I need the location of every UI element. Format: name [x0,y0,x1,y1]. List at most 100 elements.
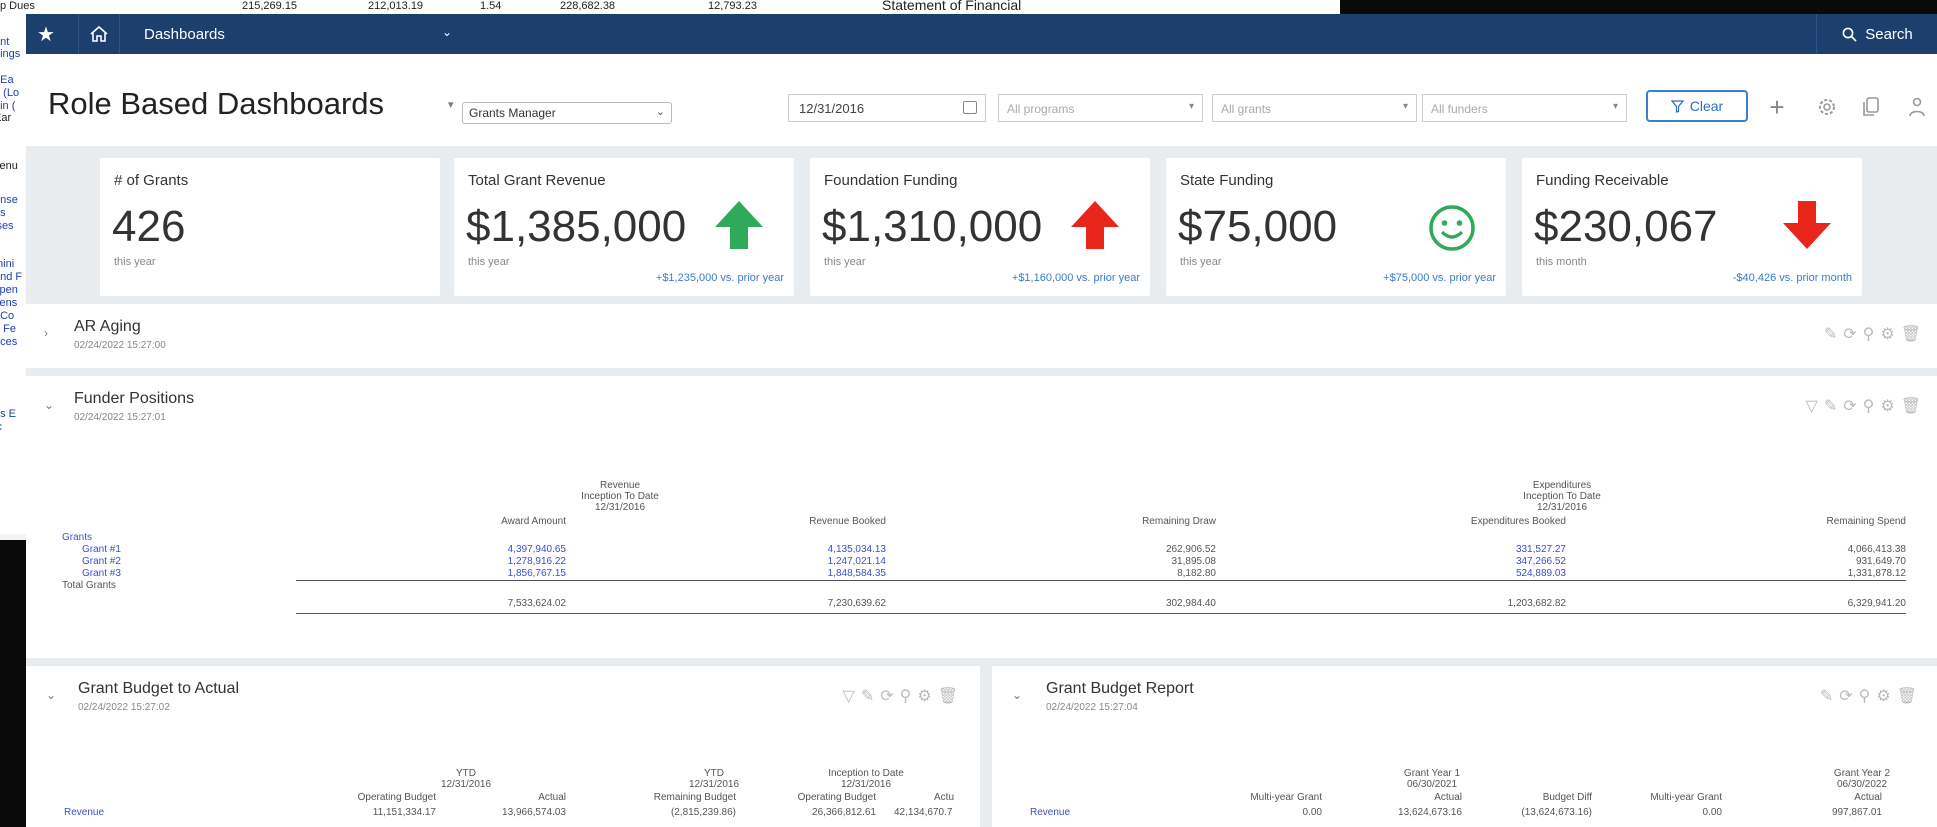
title-chevron-icon[interactable]: ▾ [448,98,454,111]
background-black-area [1340,0,1937,14]
table-cell[interactable]: 524,889.03 [1436,568,1566,579]
arrow-up-icon [712,198,766,257]
gear-icon[interactable] [1812,92,1842,122]
dashboard-app: ★ Dashboards ⌄ Search Role Based Dashboa… [26,14,1937,827]
edit-icon[interactable]: ✎ [1824,324,1837,344]
kpi-card-state-funding[interactable]: State Funding $75,000 this year +$75,000… [1166,158,1506,296]
table-cell: (13,624,673.16) [1521,807,1592,818]
dashboards-menu[interactable]: Dashboards ⌄ [144,14,474,54]
chevron-down-icon[interactable]: ⌄ [1012,688,1022,702]
star-icon[interactable]: ★ [26,14,66,54]
edit-icon[interactable]: ✎ [1820,686,1833,706]
table-cell[interactable]: 4,397,940.65 [446,544,566,555]
edit-icon[interactable]: ✎ [1824,396,1837,416]
grants-filter[interactable]: All grants ▾ [1212,94,1417,122]
column-header: Remaining Draw [1142,516,1216,527]
kpi-comparison: +$75,000 vs. prior year [1383,272,1496,284]
settings-icon[interactable]: ⚙ [1880,396,1894,416]
panel-timestamp: 02/24/2022 15:27:00 [74,340,166,351]
table-cell[interactable]: 1,247,021.14 [766,556,886,567]
share-icon[interactable] [1902,92,1932,122]
bg-row-value: 228,682.38 [560,0,616,12]
zoom-icon[interactable]: ⚲ [1863,324,1875,344]
total-cell: 7,533,624.02 [507,598,566,609]
kpi-card-funding-receivable[interactable]: Funding Receivable $230,067 this month -… [1522,158,1862,296]
chevron-down-icon[interactable]: ⌄ [44,398,54,412]
calendar-icon[interactable] [963,101,977,114]
home-icon[interactable] [78,14,120,54]
delete-icon[interactable]: 🗑 [1901,396,1921,416]
chevron-down-icon: ▾ [1402,101,1408,112]
table-row-label[interactable]: Revenue [1030,807,1070,818]
programs-filter[interactable]: All programs ▾ [998,94,1203,122]
delete-icon[interactable]: 🗑 [1897,686,1917,706]
kpi-card-total-grant-revenue[interactable]: Total Grant Revenue $1,385,000 this year… [454,158,794,296]
grant-year-1-header: Grant Year 1 06/30/2021 [1403,768,1461,790]
page-title: Role Based Dashboards [48,86,385,121]
column-header: Remaining Spend [1826,516,1907,527]
table-cell: (2,815,239.86) [670,807,736,818]
add-icon[interactable]: + [1762,92,1792,122]
kpi-period: this month [1536,256,1587,268]
table-row-label[interactable]: Grant #3 [82,568,121,579]
refresh-icon[interactable]: ⟳ [1839,686,1852,706]
column-header: Budget Diff [1542,792,1592,803]
chevron-right-icon[interactable]: › [44,326,48,340]
refresh-icon[interactable]: ⟳ [880,686,893,706]
inception-group-header: Inception to Date 12/31/2016 [828,768,904,790]
table-cell: 0.00 [1702,807,1722,818]
expenditures-group-header: Expenditures Inception To Date 12/31/201… [1523,480,1601,513]
refresh-icon[interactable]: ⟳ [1843,396,1856,416]
bg-statement-title: Statement of Financial [882,0,1022,13]
table-cell[interactable]: 347,266.52 [1436,556,1566,567]
refresh-icon[interactable]: ⟳ [1843,324,1856,344]
clear-filters-button[interactable]: Clear [1646,90,1748,122]
table-cell: 8,182.80 [1177,568,1216,579]
kpi-label: State Funding [1180,172,1274,189]
revenue-group-header: Revenue Inception To Date 12/31/2016 [581,480,659,513]
table-cell: 42,134,670.7 [894,807,953,818]
settings-icon[interactable]: ⚙ [1876,686,1890,706]
zoom-icon[interactable]: ⚲ [1863,396,1875,416]
background-header-row: p Dues 215,269.15 212,013.19 1.54 228,68… [0,0,1340,15]
bg-fragment: xpen [0,284,18,296]
chevron-down-icon: ▾ [1612,101,1618,112]
total-cell: 1,203,682.82 [1507,598,1566,609]
grant-budget-report-panel: ⌄ Grant Budget Report 02/24/2022 15:27:0… [992,666,1937,827]
search-button[interactable]: Search [1816,14,1937,54]
table-cell: 4,066,413.38 [1847,544,1906,555]
table-cell[interactable]: 4,135,034.13 [766,544,886,555]
zoom-icon[interactable]: ⚲ [1859,686,1871,706]
filter-icon[interactable]: ▽ [1806,396,1818,416]
chevron-down-icon[interactable]: ⌄ [46,688,56,702]
filter-icon [1670,99,1684,113]
bg-fragment: nings [0,48,21,60]
table-cell[interactable]: 1,856,767.15 [446,568,566,579]
table-cell[interactable]: 331,527.27 [1436,544,1566,555]
bg-fragment: ises [0,220,14,232]
delete-icon[interactable]: 🗑 [938,686,958,706]
grants-group-label[interactable]: Grants [62,532,92,543]
kpi-card-foundation-funding[interactable]: Foundation Funding $1,310,000 this year … [810,158,1150,296]
table-row-label[interactable]: Grant #1 [82,544,121,555]
kpi-card-number-of-grants[interactable]: # of Grants 426 this year [100,158,440,296]
filter-icon[interactable]: ▽ [843,686,855,706]
settings-icon[interactable]: ⚙ [1880,324,1894,344]
table-cell[interactable]: 1,848,584.35 [766,568,886,579]
role-select[interactable]: Grants Manager ⌄ [462,102,672,124]
grant-budget-to-actual-panel: ⌄ Grant Budget to Actual 02/24/2022 15:2… [26,666,980,827]
panel-toolbar: ▽ ✎ ⟳ ⚲ ⚙ 🗑 [843,686,959,706]
settings-icon[interactable]: ⚙ [917,686,931,706]
bg-fragment: n (Lo [0,87,20,99]
copy-icon[interactable] [1856,92,1886,122]
edit-icon[interactable]: ✎ [861,686,874,706]
as-of-date-input[interactable]: 12/31/2016 [788,94,986,122]
funders-filter[interactable]: All funders ▾ [1422,94,1627,122]
table-row-label[interactable]: Revenue [64,807,104,818]
table-row-label[interactable]: Grant #2 [82,556,121,567]
subtotal-rule [296,580,1906,581]
funder-positions-panel: ⌄ Funder Positions 02/24/2022 15:27:01 ▽… [26,376,1937,658]
delete-icon[interactable]: 🗑 [1901,324,1921,344]
table-cell[interactable]: 1,278,916.22 [446,556,566,567]
zoom-icon[interactable]: ⚲ [900,686,912,706]
